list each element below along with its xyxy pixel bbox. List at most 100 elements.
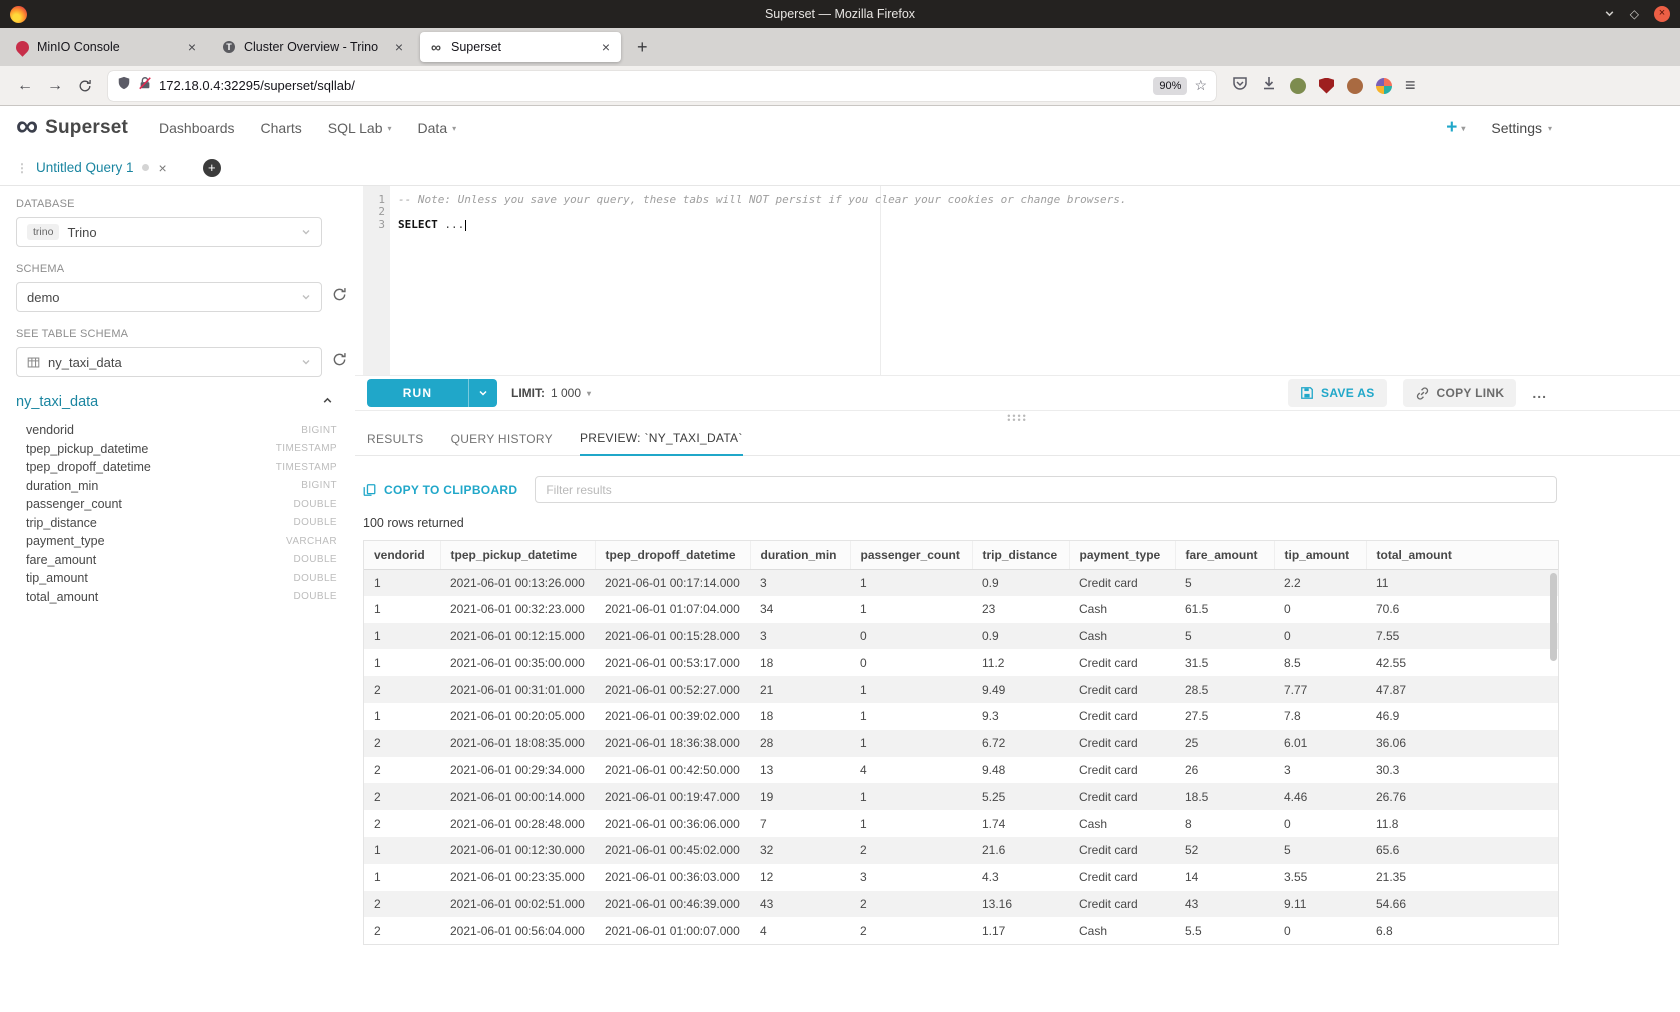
nav-charts[interactable]: Charts [261,120,302,136]
query-tab-close-icon[interactable]: × [159,160,167,176]
column-item[interactable]: fare_amountDOUBLE [16,551,339,570]
drag-handle-icon[interactable]: ⋮ [16,161,28,175]
query-tab-untitled[interactable]: ⋮ Untitled Query 1 × [14,150,177,186]
table-name-heading[interactable]: ny_taxi_data [16,394,98,410]
column-item[interactable]: trip_distanceDOUBLE [16,514,339,533]
insecure-lock-icon[interactable] [138,76,152,95]
tab-results[interactable]: RESULTS [367,432,424,455]
column-item[interactable]: duration_minBIGINT [16,477,339,496]
results-column-header[interactable]: payment_type [1069,541,1175,569]
column-item[interactable]: tpep_dropoff_datetimeTIMESTAMP [16,458,339,477]
tab-query-history[interactable]: QUERY HISTORY [451,432,553,455]
new-item-button[interactable]: +▾ [1446,117,1465,139]
tab-close-icon[interactable]: × [186,39,198,55]
column-item[interactable]: payment_typeVARCHAR [16,532,339,551]
filter-results-input[interactable] [535,476,1557,503]
run-button[interactable]: RUN [367,379,497,407]
column-item[interactable]: total_amountDOUBLE [16,588,339,607]
table-row[interactable]: 12021-06-01 00:12:15.0002021-06-01 00:15… [364,623,1558,650]
zoom-level-badge[interactable]: 90% [1153,77,1187,95]
table-row[interactable]: 22021-06-01 00:29:34.0002021-06-01 00:42… [364,757,1558,784]
results-column-header[interactable]: passenger_count [850,541,972,569]
column-item[interactable]: vendoridBIGINT [16,421,339,440]
nav-dashboards[interactable]: Dashboards [159,120,235,136]
column-item[interactable]: tpep_pickup_datetimeTIMESTAMP [16,440,339,459]
table-row[interactable]: 22021-06-01 00:00:14.0002021-06-01 00:19… [364,783,1558,810]
browser-tab-minio[interactable]: MinIO Console × [6,32,207,62]
browser-tab-superset[interactable]: ∞ Superset × [420,32,621,62]
ublock-shield-icon[interactable] [1319,78,1334,94]
results-column-header[interactable]: total_amount [1366,541,1558,569]
tab-preview[interactable]: PREVIEW: `NY_TAXI_DATA` [580,431,743,456]
pocket-icon[interactable] [1232,75,1248,96]
table-row[interactable]: 22021-06-01 00:56:04.0002021-06-01 01:00… [364,917,1558,944]
table-row[interactable]: 12021-06-01 00:23:35.0002021-06-01 00:36… [364,864,1558,891]
editor-code[interactable]: -- Note: Unless you save your query, the… [398,186,1680,231]
results-column-header[interactable]: trip_distance [972,541,1069,569]
tab-close-icon[interactable]: × [393,39,405,55]
pane-resize-handle[interactable]: •••••••• [1007,414,1028,422]
link-icon [1415,386,1430,401]
table-row[interactable]: 22021-06-01 00:28:48.0002021-06-01 00:36… [364,810,1558,837]
copy-to-clipboard-button[interactable]: COPY TO CLIPBOARD [363,483,517,497]
nav-sql-lab[interactable]: SQL Lab▾ [328,120,392,136]
extension-icon[interactable] [1290,78,1306,94]
refresh-tables-icon[interactable] [332,352,347,372]
window-minimize-icon[interactable] [1604,8,1615,21]
table-cell: 61.5 [1175,596,1274,623]
downloads-icon[interactable] [1261,75,1277,96]
schema-select[interactable]: demo [16,282,322,312]
forward-button[interactable]: → [40,72,70,100]
save-as-button[interactable]: SAVE AS [1288,379,1386,407]
table-row[interactable]: 12021-06-01 00:32:23.0002021-06-01 01:07… [364,596,1558,623]
run-label[interactable]: RUN [367,379,468,407]
results-column-header[interactable]: vendorid [364,541,440,569]
refresh-schema-icon[interactable] [332,287,347,307]
superset-brand[interactable]: ∞ Superset [16,116,128,141]
column-type: VARCHAR [286,536,337,547]
table-row[interactable]: 22021-06-01 00:31:01.0002021-06-01 00:52… [364,676,1558,703]
table-select[interactable]: ny_taxi_data [16,347,322,377]
window-close-icon[interactable]: × [1654,6,1670,22]
database-select[interactable]: trino Trino [16,217,322,247]
results-column-header[interactable]: fare_amount [1175,541,1274,569]
table-row[interactable]: 22021-06-01 00:02:51.0002021-06-01 00:46… [364,891,1558,918]
browser-tab-trino[interactable]: T Cluster Overview - Trino × [213,32,414,62]
limit-dropdown[interactable]: LIMIT: 1 000 ▾ [511,386,591,400]
new-browser-tab-button[interactable]: + [631,37,654,58]
table-row[interactable]: 12021-06-01 00:20:05.0002021-06-01 00:39… [364,703,1558,730]
table-row[interactable]: 12021-06-01 00:35:00.0002021-06-01 00:53… [364,649,1558,676]
new-query-tab-button[interactable]: + [203,159,221,177]
results-column-header[interactable]: tpep_pickup_datetime [440,541,595,569]
url-text[interactable]: 172.18.0.4:32295/superset/sqllab/ [159,78,1146,93]
menu-icon[interactable]: ≡ [1405,75,1416,96]
extension-pinwheel-icon[interactable] [1376,78,1392,94]
table-cell: 2021-06-01 00:17:14.000 [595,569,750,596]
results-column-header[interactable]: tip_amount [1274,541,1366,569]
column-item[interactable]: passenger_countDOUBLE [16,495,339,514]
copy-link-button[interactable]: COPY LINK [1403,379,1517,407]
results-column-header[interactable]: tpep_dropoff_datetime [595,541,750,569]
window-maximize-icon[interactable]: ◇ [1630,8,1639,20]
bookmark-star-icon[interactable]: ☆ [1194,77,1207,94]
settings-menu[interactable]: Settings▾ [1491,120,1552,136]
reload-button[interactable] [70,72,100,100]
collapse-table-icon[interactable] [322,393,333,411]
results-column-header[interactable]: duration_min [750,541,850,569]
table-row[interactable]: 12021-06-01 00:13:26.0002021-06-01 00:17… [364,569,1558,596]
table-row[interactable]: 12021-06-01 00:12:30.0002021-06-01 00:45… [364,837,1558,864]
rows-returned-text: 100 rows returned [363,516,1672,530]
url-bar[interactable]: 172.18.0.4:32295/superset/sqllab/ 90% ☆ [108,71,1216,101]
nav-data[interactable]: Data▾ [418,120,457,136]
tab-close-icon[interactable]: × [600,39,612,55]
run-options-caret[interactable] [468,379,497,407]
table-row[interactable]: 22021-06-01 18:08:35.0002021-06-01 18:36… [364,730,1558,757]
sql-editor[interactable]: 1 2 3 -- Note: Unless you save your quer… [355,186,1680,375]
back-button[interactable]: ← [10,72,40,100]
more-options-button[interactable]: ... [1532,385,1547,401]
column-item[interactable]: tip_amountDOUBLE [16,569,339,588]
shield-icon[interactable] [117,76,131,95]
results-scrollbar[interactable] [1550,573,1557,661]
profile-avatar-icon[interactable] [1347,78,1363,94]
table-cell: 28.5 [1175,676,1274,703]
